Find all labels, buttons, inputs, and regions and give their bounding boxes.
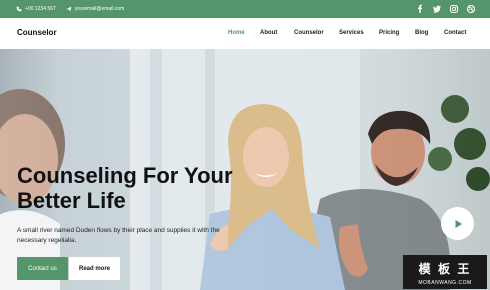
phone-contact[interactable]: +00 1234 567 <box>16 6 56 12</box>
twitter-icon[interactable] <box>432 4 442 14</box>
instagram-icon[interactable] <box>449 4 459 14</box>
top-bar: +00 1234 567 youremail@email.com <box>0 0 490 18</box>
watermark-url: MOBANWANG.COM <box>418 280 472 286</box>
nav-item-pricing[interactable]: Pricing <box>379 30 399 36</box>
nav-item-about[interactable]: About <box>260 30 277 36</box>
watermark-title: 模 板 王 <box>418 262 472 276</box>
email-contact[interactable]: youremail@email.com <box>66 6 125 12</box>
hero-section: Counseling For Your Better Life A small … <box>0 49 490 290</box>
email-text: youremail@email.com <box>74 6 125 12</box>
social-links <box>408 4 476 14</box>
nav-item-blog[interactable]: Blog <box>415 30 428 36</box>
phone-text: +00 1234 567 <box>25 6 56 12</box>
play-icon <box>455 219 462 228</box>
hero-description: A small river named Duden flows by their… <box>17 227 220 244</box>
play-video-button[interactable] <box>441 207 474 240</box>
nav-item-counselor[interactable]: Counselor <box>294 30 324 36</box>
brand-logo[interactable]: Counselor <box>17 28 57 37</box>
watermark-logo: 模 板 王 MOBANWANG.COM <box>403 255 487 289</box>
nav-item-services[interactable]: Services <box>339 30 364 36</box>
dribbble-icon[interactable] <box>466 4 476 14</box>
contact-us-button[interactable]: Contact us <box>17 257 68 280</box>
phone-icon <box>16 6 22 12</box>
nav-item-home[interactable]: Home <box>228 30 245 36</box>
hero-title: Counseling For Your Better Life <box>17 163 233 213</box>
paper-plane-icon <box>66 6 72 12</box>
nav-item-contact[interactable]: Contact <box>444 30 466 36</box>
read-more-button[interactable]: Read more <box>69 257 120 280</box>
main-navbar: Counselor Home About Counselor Services … <box>0 18 490 49</box>
facebook-icon[interactable] <box>415 4 425 14</box>
